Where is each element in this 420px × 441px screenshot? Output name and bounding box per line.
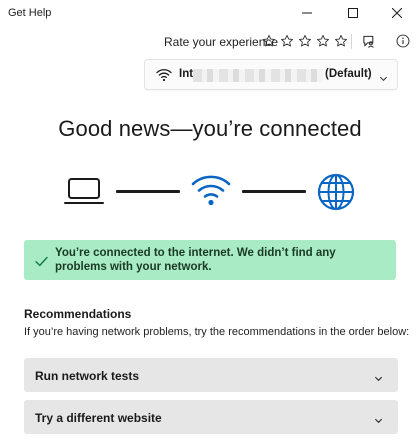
try-different-website-expander[interactable]: Try a different website	[24, 400, 398, 434]
star-rating[interactable]	[260, 32, 349, 49]
chevron-down-icon	[374, 370, 383, 388]
connection-line-right	[242, 190, 306, 193]
app-title: Get Help	[8, 7, 52, 19]
star-2-icon[interactable]	[278, 32, 295, 49]
connection-line-left	[116, 190, 180, 193]
connection-diagram	[0, 170, 420, 214]
minimize-icon	[302, 12, 312, 14]
network-default-label: (Default)	[325, 68, 372, 80]
wifi-signal-icon	[190, 173, 232, 212]
info-button[interactable]	[393, 31, 413, 51]
chevron-down-icon	[379, 70, 388, 88]
star-4-icon[interactable]	[314, 32, 331, 49]
wifi-icon	[156, 68, 172, 87]
laptop-icon	[64, 176, 104, 211]
header-divider	[351, 34, 352, 49]
success-banner: You’re connected to the internet. We did…	[24, 240, 396, 280]
maximize-button[interactable]	[330, 0, 376, 26]
recommendations-heading: Recommendations	[24, 307, 132, 321]
feedback-icon	[362, 35, 374, 48]
feedback-button[interactable]	[359, 31, 379, 51]
star-5-icon[interactable]	[332, 32, 349, 49]
status-headline: Good news—you’re connected	[58, 116, 362, 141]
close-icon	[392, 8, 402, 18]
minimize-button[interactable]	[284, 0, 330, 26]
maximize-icon	[348, 8, 358, 18]
info-icon	[396, 34, 410, 48]
rate-experience-bar: Rate your experience	[0, 30, 420, 52]
close-button[interactable]	[374, 0, 420, 26]
expander-label: Run network tests	[35, 369, 140, 383]
network-name: Int	[179, 68, 194, 80]
run-network-tests-expander[interactable]: Run network tests	[24, 358, 398, 392]
star-1-icon[interactable]	[260, 32, 277, 49]
title-bar: Get Help	[0, 0, 420, 26]
expander-label: Try a different website	[35, 411, 162, 425]
recommendations-subtitle: If you’re having network problems, try t…	[24, 326, 410, 338]
chevron-down-icon	[374, 412, 383, 430]
checkmark-icon	[35, 254, 48, 272]
globe-icon	[316, 172, 356, 217]
network-adapter-dropdown[interactable]: Int (Default)	[144, 59, 398, 90]
success-message: You’re connected to the internet. We did…	[55, 247, 336, 273]
redacted-network-name	[193, 69, 323, 82]
star-3-icon[interactable]	[296, 32, 313, 49]
